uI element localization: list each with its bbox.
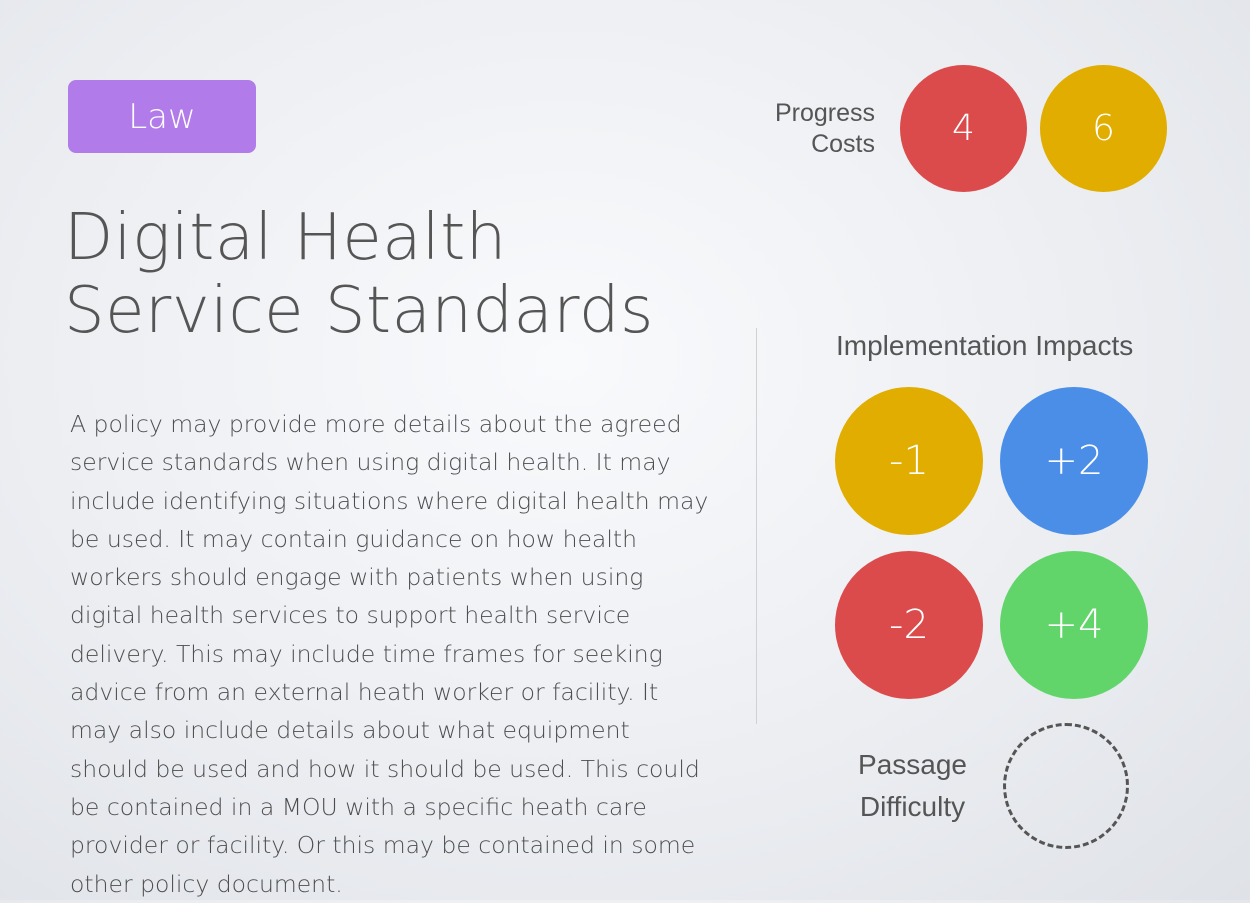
difficulty-label: Difficulty <box>859 791 966 822</box>
passage-difficulty-circle <box>1003 723 1129 849</box>
law-tag: Law <box>68 80 256 153</box>
impact-circle: -1 <box>835 387 983 535</box>
passage-difficulty-label: Passage Difficulty <box>855 744 970 828</box>
progress-label: Progress <box>774 99 875 127</box>
impact-circle: +2 <box>1000 387 1148 535</box>
progress-cost-circle: 6 <box>1040 65 1167 192</box>
costs-label: Costs <box>811 130 875 158</box>
progress-costs-label: Progress Costs <box>775 98 875 160</box>
impact-circle: +4 <box>1000 551 1148 699</box>
divider <box>756 328 757 724</box>
passage-label: Passage <box>858 749 967 780</box>
policy-description: A policy may provide more details about … <box>70 410 709 898</box>
progress-cost-circle: 4 <box>900 65 1027 192</box>
page-title: Digital Health Service Standards <box>64 201 654 348</box>
implementation-impacts-label: Implementation Impacts <box>836 330 1134 361</box>
impact-circle: -2 <box>835 551 983 699</box>
